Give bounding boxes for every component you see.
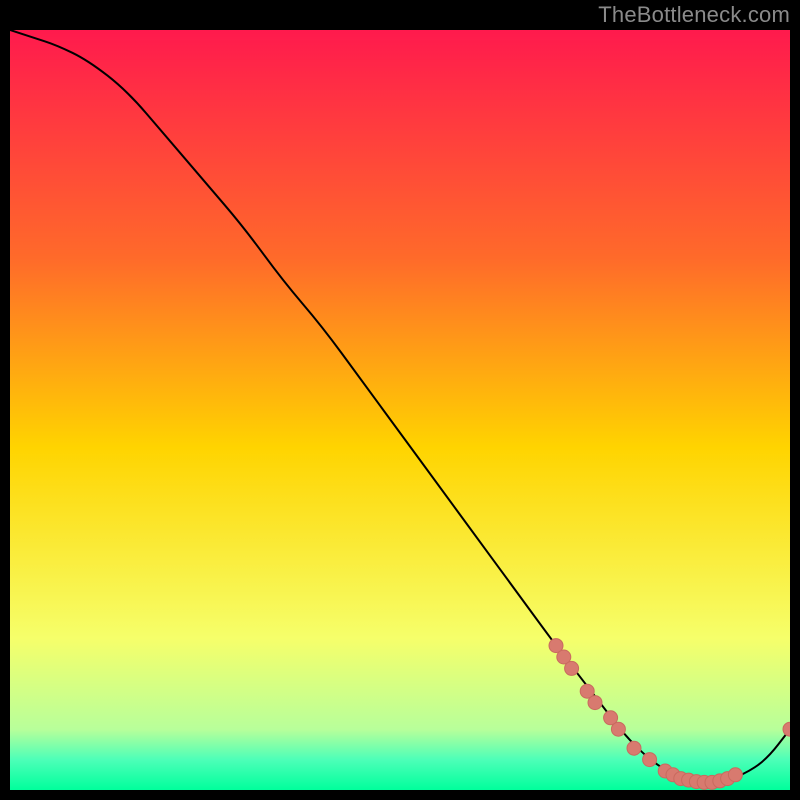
curve-marker: [627, 741, 641, 755]
curve-marker: [588, 696, 602, 710]
watermark-text: TheBottleneck.com: [598, 2, 790, 28]
curve-marker: [728, 768, 742, 782]
curve-marker: [611, 722, 625, 736]
chart-background: [10, 30, 790, 790]
curve-marker: [565, 661, 579, 675]
curve-marker: [643, 753, 657, 767]
bottleneck-chart: [10, 30, 790, 790]
chart-svg: [10, 30, 790, 790]
